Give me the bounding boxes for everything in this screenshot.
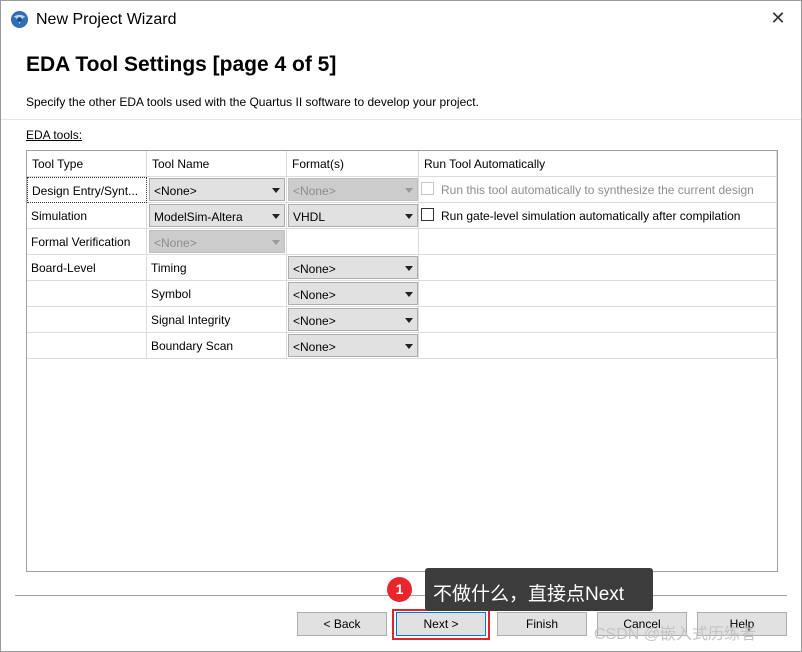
table-cell: Signal Integrity [147,307,287,333]
chevron-down-icon [405,214,413,219]
select-value: <None> [293,340,336,354]
boundary-scan-format-select[interactable]: <None> [288,334,418,357]
page-description: Specify the other EDA tools used with th… [26,95,479,109]
table-cell [287,229,419,255]
table-cell [419,281,777,307]
table-row-tool-type: Simulation [27,203,147,229]
chevron-down-icon [405,318,413,323]
header-divider [1,119,801,120]
table-cell: <None> [287,177,419,203]
table-cell: <None> [287,307,419,333]
table-cell: Symbol [147,281,287,307]
table-cell: <None> [287,281,419,307]
table-cell: ModelSim-Altera [147,203,287,229]
callout-text: 不做什么，直接点Next [433,584,625,605]
table-row-tool-type: Board-Level [27,255,147,281]
eda-tools-table: Tool Type Tool Name Format(s) Run Tool A… [26,150,778,572]
timing-format-select[interactable]: <None> [288,256,418,279]
column-header-label: Tool Type [32,157,84,171]
table-cell: VHDL [287,203,419,229]
chevron-down-icon [405,266,413,271]
page-title: EDA Tool Settings [page 4 of 5] [26,53,337,76]
back-button[interactable]: < Back [297,612,387,636]
table-row-tool-type: Formal Verification [27,229,147,255]
instruction-callout: 不做什么，直接点Next [425,568,653,611]
column-header-label: Format(s) [292,157,344,171]
column-header-label: Tool Name [152,157,210,171]
table-row-tool-type[interactable]: Design Entry/Synt... [27,177,147,203]
eda-tools-label: EDA tools: [26,128,82,142]
column-header-tool-type: Tool Type [27,151,147,177]
select-value: <None> [293,314,336,328]
table-row-tool-type [27,307,147,333]
board-level-item-label: Signal Integrity [151,313,231,327]
formal-verification-tool-select: <None> [149,230,285,253]
column-header-formats: Format(s) [287,151,419,177]
wizard-window: New Project Wizard ✕ EDA Tool Settings [… [0,0,802,652]
watermark-text: CSDN @嵌入式历练者 [594,626,757,643]
signal-integrity-format-select[interactable]: <None> [288,308,418,331]
synthesis-tool-select[interactable]: <None> [149,178,285,201]
table-cell: Timing [147,255,287,281]
finish-button[interactable]: Finish [497,612,587,636]
table-cell [419,307,777,333]
column-header-run-auto: Run Tool Automatically [419,151,777,177]
board-level-item-label: Symbol [151,287,192,301]
select-value: VHDL [293,210,326,224]
chevron-down-icon [405,344,413,349]
select-value: <None> [154,236,197,250]
table-cell [419,255,777,281]
chevron-down-icon [405,292,413,297]
chevron-down-icon [272,188,280,193]
chevron-down-icon [405,188,413,193]
chevron-down-icon [272,240,280,245]
eda-tools-label-text: EDA tools: [26,128,83,142]
quartus-app-icon [10,10,29,29]
column-header-tool-name: Tool Name [147,151,287,177]
simulation-tool-select[interactable]: ModelSim-Altera [149,204,285,227]
table-row-tool-type [27,333,147,359]
tool-type-label: Formal Verification [31,235,131,249]
select-value: <None> [293,184,336,198]
table-cell: Run this tool automatically to synthesiz… [419,177,777,203]
run-synthesis-label: Run this tool automatically to synthesiz… [441,183,754,197]
column-header-label: Run Tool Automatically [424,157,546,171]
table-row-tool-type [27,281,147,307]
next-button-highlight [392,609,490,640]
select-value: <None> [293,262,336,276]
table-cell [419,333,777,359]
synthesis-format-select: <None> [288,178,418,201]
tool-type-label: Board-Level [31,261,96,275]
symbol-format-select[interactable]: <None> [288,282,418,305]
run-simulation-checkbox[interactable] [421,208,434,221]
select-value: ModelSim-Altera [154,210,243,224]
step-number-badge: 1 [387,577,412,602]
simulation-format-select[interactable]: VHDL [288,204,418,227]
tool-type-label: Design Entry/Synt... [32,184,139,198]
table-cell: Run gate-level simulation automatically … [419,203,777,229]
close-icon[interactable]: ✕ [769,9,787,27]
table-cell: <None> [287,333,419,359]
table-cell: <None> [147,229,287,255]
table-cell: <None> [287,255,419,281]
board-level-item-label: Timing [151,261,187,275]
run-synthesis-checkbox [421,182,434,195]
table-cell [419,229,777,255]
chevron-down-icon [272,214,280,219]
table-cell: Boundary Scan [147,333,287,359]
tool-type-label: Simulation [31,209,88,223]
run-simulation-label: Run gate-level simulation automatically … [441,209,741,223]
select-value: <None> [293,288,336,302]
board-level-item-label: Boundary Scan [151,339,234,353]
window-title: New Project Wizard [36,11,177,28]
title-bar: New Project Wizard ✕ [1,1,801,38]
table-cell: <None> [147,177,287,203]
select-value: <None> [154,184,197,198]
